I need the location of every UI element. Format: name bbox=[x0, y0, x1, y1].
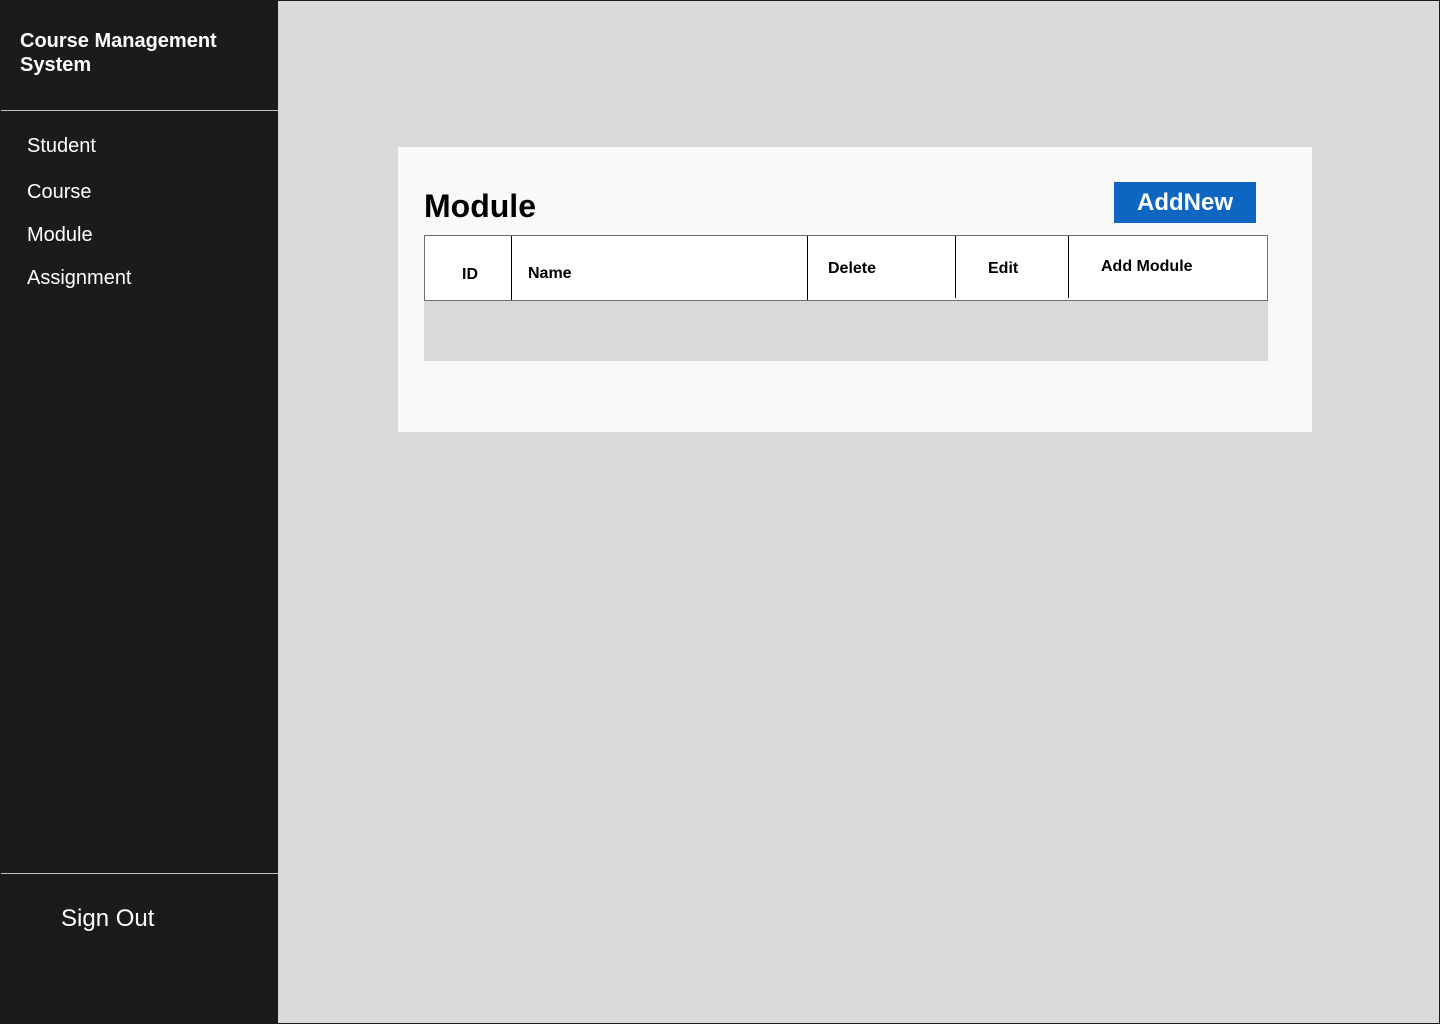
module-panel: Module AddNew ID Name Delete Edit Add Mo… bbox=[398, 147, 1312, 432]
column-header-edit: Edit bbox=[956, 236, 1069, 298]
sidebar-divider-top bbox=[1, 110, 278, 111]
sidebar: Course Management System Student Course … bbox=[1, 1, 278, 1024]
sidebar-item-module[interactable]: Module bbox=[27, 223, 93, 247]
column-header-label: ID bbox=[462, 266, 478, 283]
sidebar-item-assignment[interactable]: Assignment bbox=[27, 266, 132, 290]
column-header-label: Edit bbox=[988, 260, 1019, 277]
column-header-label: Name bbox=[528, 265, 572, 282]
sidebar-divider-bottom bbox=[1, 873, 278, 874]
module-table-header: ID Name Delete Edit Add Module bbox=[424, 235, 1268, 301]
app-window: Course Management System Student Course … bbox=[0, 0, 1440, 1024]
column-header-add-module: Add Module bbox=[1069, 236, 1267, 300]
column-header-id: ID bbox=[425, 236, 512, 300]
column-header-name: Name bbox=[512, 236, 808, 300]
page-title: Module bbox=[424, 188, 536, 224]
column-header-delete: Delete bbox=[808, 236, 956, 298]
app-title: Course Management System bbox=[20, 30, 217, 76]
add-new-button[interactable]: AddNew bbox=[1114, 182, 1256, 223]
sidebar-item-student[interactable]: Student bbox=[27, 134, 96, 158]
column-header-label: Add Module bbox=[1101, 258, 1193, 275]
module-table-body bbox=[424, 301, 1268, 361]
sidebar-item-course[interactable]: Course bbox=[27, 180, 91, 204]
column-header-label: Delete bbox=[828, 260, 877, 277]
sign-out-button[interactable]: Sign Out bbox=[61, 904, 154, 934]
